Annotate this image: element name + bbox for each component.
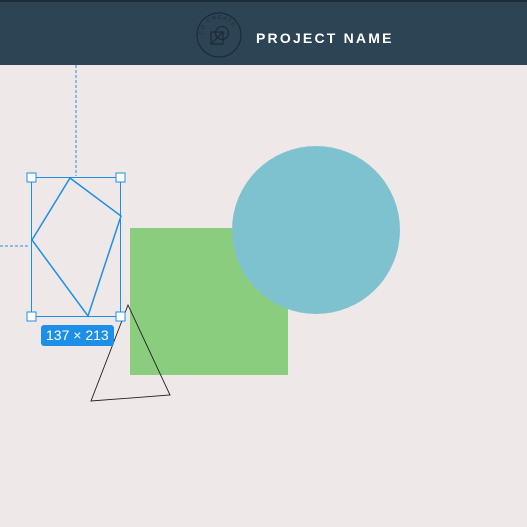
project-name[interactable]: PROJECT NAME: [256, 30, 394, 46]
resize-handle-bottom-left[interactable]: [26, 311, 37, 322]
top-bar: CO CREATE PROJECT NAME: [0, 0, 527, 65]
design-canvas[interactable]: [0, 65, 527, 527]
resize-handle-top-left[interactable]: [26, 172, 37, 183]
resize-handle-bottom-right[interactable]: [115, 311, 126, 322]
selected-polygon-shape[interactable]: [31, 176, 122, 318]
co-create-logo-icon[interactable]: CO CREATE: [194, 10, 244, 60]
blue-circle-shape[interactable]: [232, 146, 400, 314]
selection-box[interactable]: [31, 177, 121, 317]
resize-handle-top-right[interactable]: [115, 172, 126, 183]
size-badge: 137 × 213: [41, 325, 114, 346]
canvas-shapes: [0, 65, 400, 402]
